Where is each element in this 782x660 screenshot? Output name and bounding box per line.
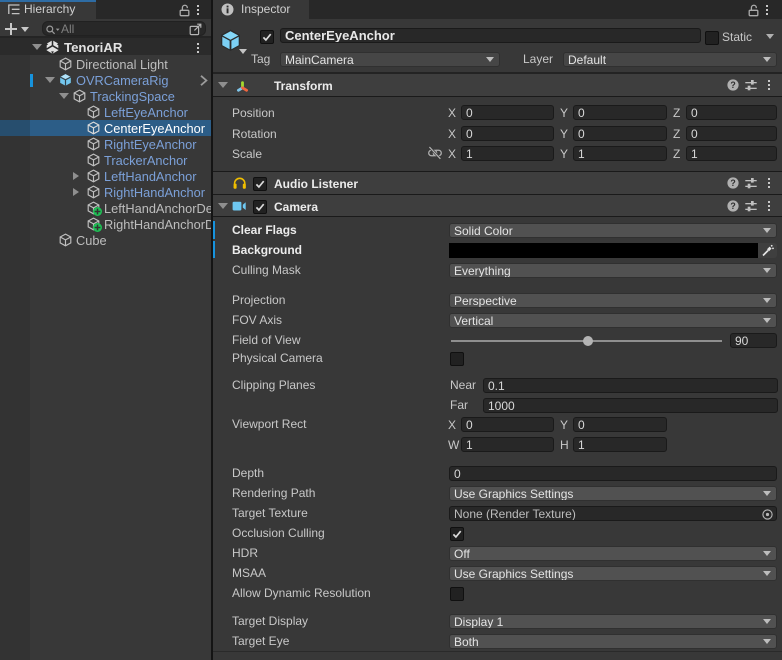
svg-text:?: ? — [730, 80, 735, 90]
svg-text:?: ? — [730, 178, 735, 188]
svg-text:?: ? — [730, 201, 735, 211]
